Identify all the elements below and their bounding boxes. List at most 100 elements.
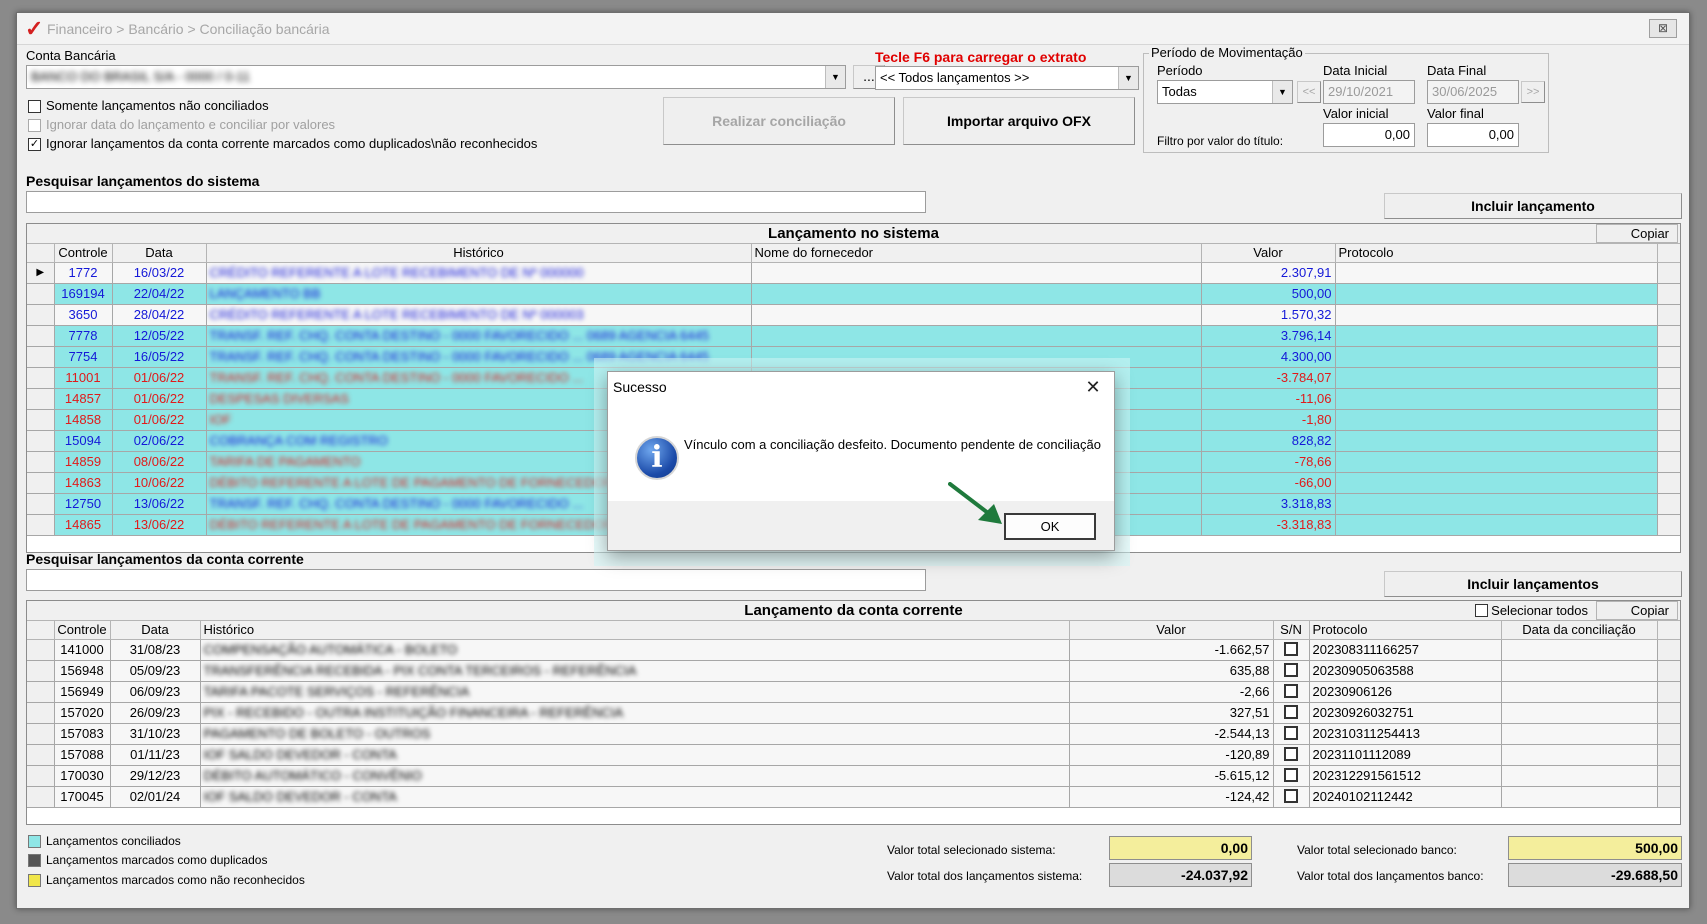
valor-final-field[interactable]: 0,00 [1427,123,1519,147]
controle-cell: 12750 [54,493,113,515]
sn-checkbox[interactable] [1284,726,1298,740]
historico-text: TARIFA DE PAGAMENTO [209,454,361,469]
historico-text: PAGAMENTO DE BOLETO - OUTROS [203,726,431,741]
conta-row[interactable]: 157088 01/11/23 IOF SALDO DEVEDOR - CONTA -… [27,744,1680,766]
sel-banco-value: 500,00 [1508,836,1682,860]
ignorar-duplicados-checkbox[interactable]: ✓ [28,138,41,151]
valor-inicial-field[interactable]: 0,00 [1323,123,1415,147]
prev-period-button[interactable]: << [1297,81,1321,103]
header-valor[interactable]: Valor [1201,244,1336,263]
selecionar-todos[interactable]: Selecionar todos [1474,603,1588,618]
sistema-row[interactable]: ▶ 1772 16/03/22 CRÉDITO REFERENTE A LOTE RE… [27,262,1680,284]
conta-row[interactable]: 156949 06/09/23 TARIFA PACOTE SERVIÇOS - R… [27,681,1680,703]
sistema-row[interactable]: 169194 22/04/22 LANÇAMENTO BB 500,00 [27,283,1680,305]
header-fornecedor[interactable]: Nome do fornecedor [751,244,1202,263]
window-close-button[interactable]: ⊠ [1649,19,1677,38]
controle-cell: 3650 [54,304,113,326]
conta-copiar-button[interactable]: Copiar [1596,601,1678,620]
header-sn[interactable]: S/N [1273,621,1310,640]
controle-cell: 157020 [54,702,111,724]
scroll-cell [1657,325,1680,347]
controle-cell: 14865 [54,514,113,536]
row-indicator [27,388,55,410]
pesquisar-sistema-input[interactable] [26,191,926,213]
header-data-conciliacao[interactable]: Data da conciliação [1501,621,1658,640]
data-cell: 16/03/22 [112,262,207,284]
sn-checkbox[interactable] [1284,705,1298,719]
scroll-cell [1657,702,1680,724]
valor-cell: -120,89 [1069,744,1274,766]
historico-text: IOF SALDO DEVEDOR - CONTA [203,747,397,762]
header-controle[interactable]: Controle [54,621,111,640]
dialog-close-icon[interactable]: ✕ [1082,378,1104,398]
conta-row[interactable]: 170045 02/01/24 IOF SALDO DEVEDOR - CONTA -… [27,786,1680,808]
header-data[interactable]: Data [110,621,201,640]
header-protocolo[interactable]: Protocolo [1335,244,1658,263]
sn-checkbox[interactable] [1284,768,1298,782]
sistema-row[interactable]: 7778 12/05/22 TRANSF. REF. CHQ. CONTA DEST… [27,325,1680,347]
periodo-combo[interactable]: Todas ▼ [1157,80,1293,104]
protocolo-cell [1335,514,1658,536]
sel-sistema-label: Valor total selecionado sistema: [887,843,1056,857]
controle-cell: 14857 [54,388,113,410]
chevron-down-icon[interactable]: ▼ [825,66,845,88]
data-inicial-field[interactable]: 29/10/2021 [1323,80,1415,104]
sn-checkbox[interactable] [1284,642,1298,656]
pointer-arrow-icon [948,482,1002,524]
historico-text: COBRANÇA COM REGISTRO [209,433,388,448]
sn-checkbox[interactable] [1284,684,1298,698]
header-valor[interactable]: Valor [1069,621,1274,640]
data-conciliacao-cell [1501,723,1658,745]
conta-row[interactable]: 157020 26/09/23 PIX - RECEBIDO - OUTRA INS… [27,702,1680,724]
sistema-row[interactable]: 3650 28/04/22 CRÉDITO REFERENTE A LOTE REC… [27,304,1680,326]
conta-row[interactable]: 141000 31/08/23 COMPENSAÇÃO AUTOMÁTICA - B… [27,639,1680,661]
ok-button[interactable]: OK [1004,513,1096,540]
sn-checkbox[interactable] [1284,747,1298,761]
header-historico[interactable]: Histórico [200,621,1070,640]
row-indicator [27,367,55,389]
next-period-button[interactable]: >> [1521,81,1545,103]
data-cell: 01/06/22 [112,367,207,389]
incluir-lancamentos-button[interactable]: Incluir lançamentos [1384,571,1682,597]
header-data[interactable]: Data [112,244,207,263]
conta-row[interactable]: 170030 29/12/23 DÉBITO AUTOMÁTICO - CONVÊN… [27,765,1680,787]
realizar-conciliacao-button[interactable]: Realizar conciliação [663,97,895,145]
conta-row[interactable]: 157083 31/10/23 PAGAMENTO DE BOLETO - OUTR… [27,723,1680,745]
sn-checkbox[interactable] [1284,789,1298,803]
pesquisar-conta-input[interactable] [26,569,926,591]
lancamentos-filter-combo[interactable]: << Todos lançamentos >> ▼ [875,66,1139,90]
data-cell: 01/06/22 [112,388,207,410]
controle-cell: 157083 [54,723,111,745]
historico-cell: TARIFA PACOTE SERVIÇOS - REFERÊNCIA [200,681,1070,703]
importar-ofx-button[interactable]: Importar arquivo OFX [903,97,1135,145]
sn-checkbox[interactable] [1284,663,1298,677]
valor-cell: -11,06 [1201,388,1336,410]
scroll-cell [1657,367,1680,389]
ignorar-data-checkbox[interactable] [28,119,41,132]
sn-cell [1273,786,1310,808]
selecionar-todos-checkbox[interactable] [1474,604,1488,617]
conta-bancaria-label: Conta Bancária [26,48,116,63]
chevron-down-icon[interactable]: ▼ [1272,81,1292,103]
sistema-copiar-button[interactable]: Copiar [1596,224,1678,243]
historico-cell: CRÉDITO REFERENTE A LOTE RECEBIMENTO DE … [206,304,752,326]
header-historico[interactable]: Histórico [206,244,752,263]
chevron-down-icon[interactable]: ▼ [1118,67,1138,89]
conta-row[interactable]: 156948 05/09/23 TRANSFERÊNCIA RECEBIDA - P… [27,660,1680,682]
incluir-lancamento-button[interactable]: Incluir lançamento [1384,193,1682,219]
somente-nao-conciliados-checkbox[interactable] [28,100,41,113]
historico-text: DÉBITO REFERENTE A LOTE DE PAGAMENTO DE … [209,475,614,490]
header-controle[interactable]: Controle [54,244,113,263]
data-final-field[interactable]: 30/06/2025 [1427,80,1519,104]
conta-bancaria-combo[interactable]: BANCO DO BRASIL S/A - 0000 / 0-11 ▼ [26,65,846,89]
controle-cell: 156948 [54,660,111,682]
header-protocolo[interactable]: Protocolo [1309,621,1502,640]
controle-cell: 14863 [54,472,113,494]
header-indicator [27,621,55,640]
valor-cell: -124,42 [1069,786,1274,808]
protocolo-cell: 20230905063588 [1309,660,1502,682]
controle-cell: 14858 [54,409,113,431]
pesquisar-conta-label: Pesquisar lançamentos da conta corrente [26,551,304,567]
legend-conciliados-swatch [28,835,41,848]
historico-text: CRÉDITO REFERENTE A LOTE RECEBIMENTO DE … [209,307,584,322]
